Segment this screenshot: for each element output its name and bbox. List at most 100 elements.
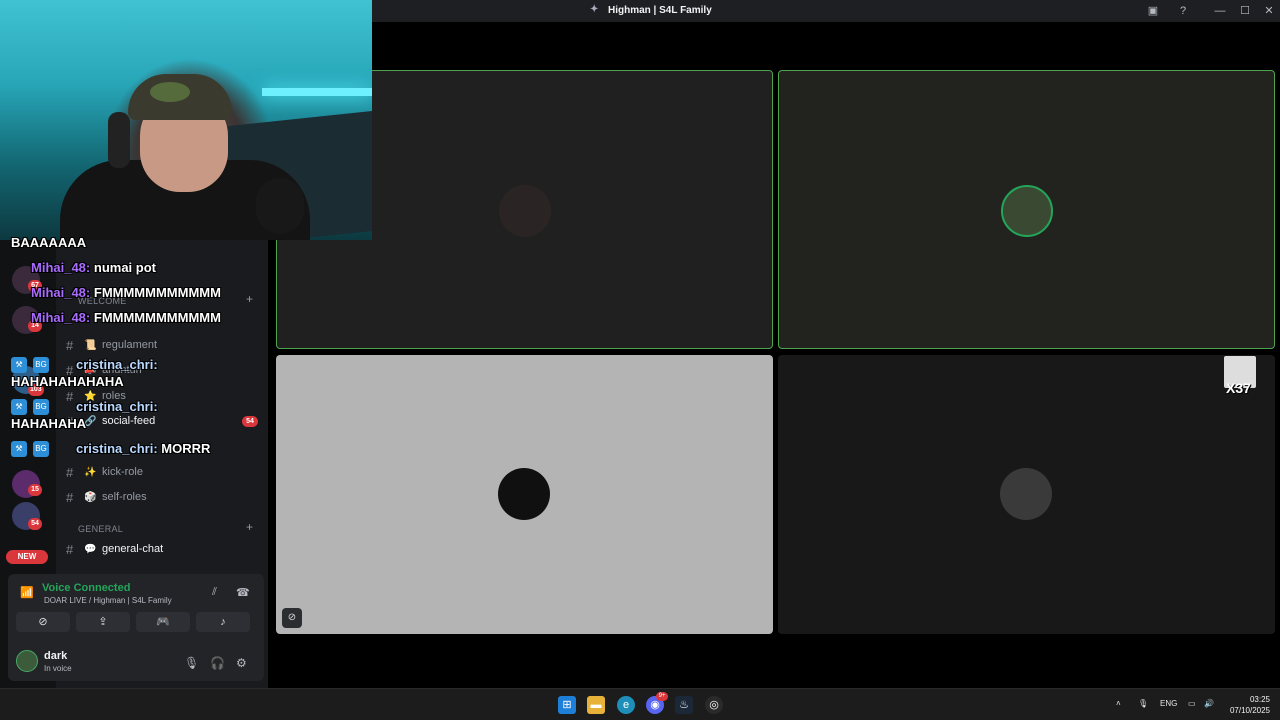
chat-message: cristina_chri: MORRR [76,441,210,456]
hash-icon: # [66,464,74,480]
chat-username: Mihai_48: [31,310,91,325]
channel-regulament[interactable]: # 📜 regulament [66,335,157,355]
add-channel-icon[interactable]: + [246,520,253,534]
chat-text: FMMMMMMMMMMM [93,285,221,300]
network-icon[interactable]: ▭ [1188,699,1196,708]
clock-time: 03:25 [1249,695,1270,704]
chat-text: FMMMMMMMMMMM [93,310,221,325]
inbox-icon[interactable]: ▣ [1145,3,1161,19]
chat-message: Mihai_48: FMMMMMMMMMMM [31,310,221,325]
headphones-icon[interactable]: 🎧 [210,656,225,670]
channel-label: kick-role [102,466,143,478]
chat-username: cristina_chri: [76,441,158,456]
overflow-count: X37 [1226,380,1251,396]
close-button[interactable]: ✕ [1261,3,1277,19]
channel-self-roles[interactable]: # 🎲 self-roles [66,487,147,507]
microphone-shape [256,178,304,234]
channel-label: general-chat [102,543,164,555]
screen-share-button[interactable]: ⇪ [76,612,130,632]
microphone-icon[interactable]: 🎙 [184,656,199,670]
badge-icon: ⚒ [11,399,27,415]
chat-username: Mihai_48: [31,285,91,300]
video-tile-3[interactable] [276,355,773,634]
chat-message: cristina_chri: [76,357,158,372]
chat-text: HAHAHAHA [11,416,87,431]
chat-text: numai pot [93,260,156,275]
settings-gear-icon[interactable]: ⚙ [236,656,247,670]
channel-label: social-feed [102,415,156,427]
chat-username: cristina_chri: [76,399,158,414]
chat-message: Mihai_48: FMMMMMMMMMMM [31,285,221,300]
voice-status[interactable]: Voice Connected [42,582,130,594]
steam-icon[interactable]: ♨ [675,696,693,714]
chat-username: cristina_chri: [76,357,158,372]
chat-text: BAAAAAAA [11,235,87,250]
discord-badge: 9+ [656,692,668,701]
avatar[interactable] [16,650,38,672]
chat-message: cristina_chri: [76,399,158,414]
video-tile-4[interactable] [778,355,1275,634]
chat-text: MORRR [161,441,211,456]
edge-browser-icon[interactable]: e [617,696,635,714]
new-badge[interactable]: NEW [6,550,48,564]
hash-icon: # [66,489,74,505]
webcam-overlay [0,0,372,240]
minimize-button[interactable]: — [1212,3,1228,19]
channel-kick-role[interactable]: # ✨ kick-role [66,462,143,482]
hash-icon: # [66,541,74,557]
window-title-text: Highman | S4L Family [608,4,712,16]
hash-icon: # [66,337,74,353]
window-title: ✦ Highman | S4L Family [590,4,712,16]
chat-username: Mihai_48: [31,260,91,275]
headphones-shape [108,112,130,168]
maximize-button[interactable]: ☐ [1237,3,1253,19]
camera-off-button[interactable]: ⊘ [16,612,70,632]
volume-icon[interactable]: 🔊 [1204,699,1214,708]
channel-label: self-roles [102,491,147,503]
chevron-up-icon[interactable]: ˄ [1116,699,1121,708]
signal-icon[interactable]: 📶 [20,586,34,599]
discord-window: ✦ Highman | S4L Family ▣ ? — ☐ ✕ 67 14 1… [0,0,1280,720]
app-icon[interactable]: ◎ [705,696,723,714]
channel-label: regulament [102,339,158,351]
language-indicator[interactable]: ENG [1160,699,1177,708]
server-badge: 54 [28,518,42,530]
participant-avatar [498,468,550,520]
video-tile-2[interactable] [778,70,1275,349]
channel-emoji: 💬 [84,543,97,555]
cap-pattern [150,82,190,102]
participant-avatar [1001,185,1053,237]
voice-panel: 📶 Voice Connected DOAR LIVE / Highman | … [8,574,264,681]
badge-icon: BG [33,441,49,457]
channel-emoji: 🎲 [84,491,97,503]
camera-off-icon: ⊘ [282,608,302,628]
badge-icon: ⚒ [11,441,27,457]
server-badge: 15 [28,484,42,496]
windows-start-icon[interactable]: ⊞ [558,696,576,714]
disconnect-icon[interactable]: ☎ [236,586,250,599]
add-channel-icon[interactable]: + [246,292,253,306]
channel-emoji: 📜 [84,339,97,351]
microphone-tray-icon[interactable]: 🎙 [1138,699,1148,708]
user-panel[interactable]: dark In voice 🎙 🎧 ⚙ [8,644,264,678]
channel-general-chat[interactable]: # 💬 general-chat [66,539,163,559]
noise-suppression-icon[interactable]: ⫽ [212,586,217,599]
clock-date: 07/10/2025 [1229,706,1270,715]
led-light [262,88,372,96]
help-icon[interactable]: ? [1175,3,1191,19]
taskbar: ⊞ ▬ e ◉ 9+ ♨ ◎ ˄ 🎙 ENG ▭ 🔊 03:25 07/10/2… [0,688,1280,720]
activities-button[interactable]: 🎮 [136,612,190,632]
voice-channel-name[interactable]: DOAR LIVE / Highman | S4L Family [44,596,172,605]
badge-icon: BG [33,399,49,415]
server-icon: ✦ [590,4,599,15]
hash-icon: # [66,388,74,404]
soundboard-button[interactable]: ♪ [196,612,250,632]
chat-message: BAAAAAAA [11,235,86,250]
badge-icon: BG [33,357,49,373]
badge-icon: ⚒ [11,357,27,373]
mention-badge: 54 [242,416,258,427]
file-explorer-icon[interactable]: ▬ [587,696,605,714]
clock[interactable]: 03:25 07/10/2025 [1226,694,1270,716]
category-general[interactable]: GENERAL [78,524,123,534]
user-status: In voice [44,664,72,673]
